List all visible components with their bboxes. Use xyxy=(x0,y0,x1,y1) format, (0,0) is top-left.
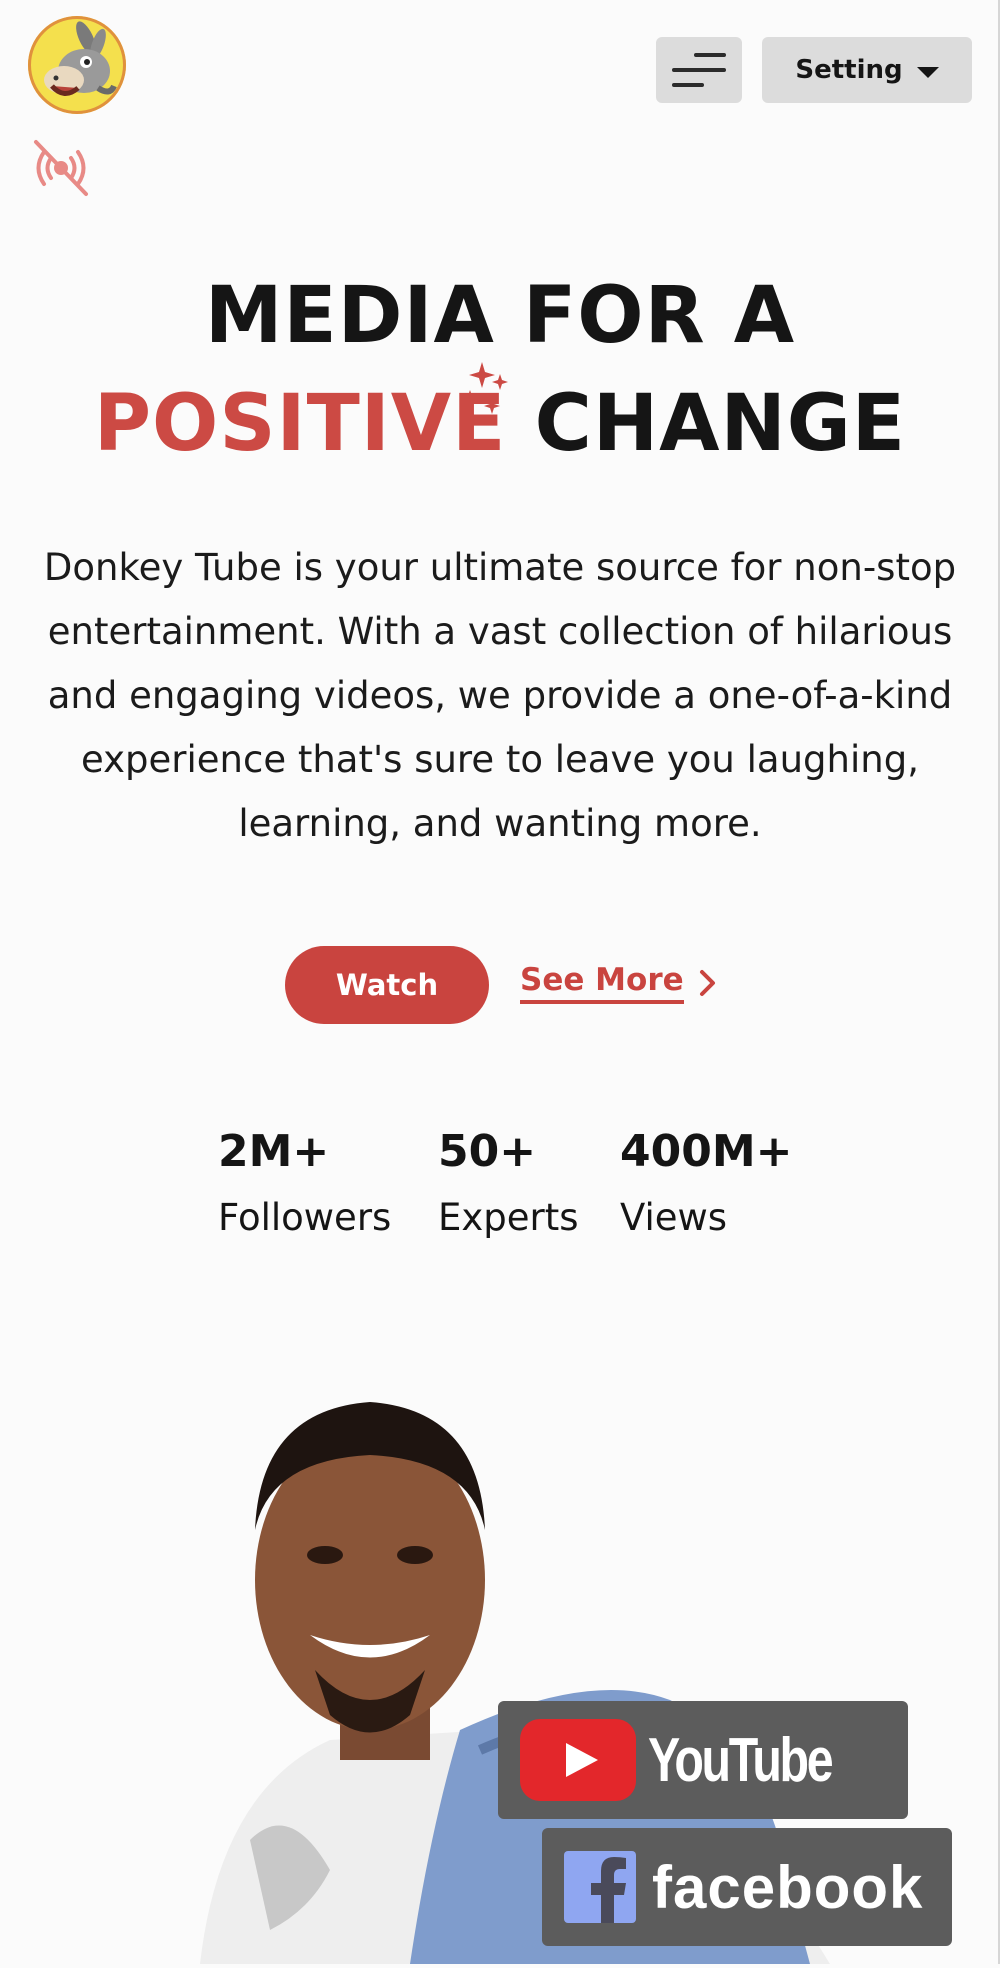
menu-line-middle xyxy=(672,68,726,72)
live-off-icon[interactable] xyxy=(30,138,92,198)
watch-button[interactable]: Watch xyxy=(285,946,489,1024)
see-more-label: See More xyxy=(520,962,684,1004)
hero-title-line1: MEDIA FOR A xyxy=(204,271,796,361)
see-more-link[interactable]: See More xyxy=(520,962,718,1004)
menu-line-top xyxy=(694,53,726,57)
facebook-label: facebook xyxy=(652,1853,924,1921)
setting-dropdown-button[interactable]: Setting xyxy=(762,37,972,103)
menu-line-bottom xyxy=(672,83,704,87)
hero-description: Donkey Tube is your ultimate source for … xyxy=(43,546,957,845)
sparkle-icon xyxy=(460,362,512,418)
hamburger-menu-button[interactable] xyxy=(656,37,742,103)
stat-value: 400M+ xyxy=(620,1126,793,1177)
stat-label: Followers xyxy=(218,1196,392,1239)
stat-value: 2M+ xyxy=(218,1126,330,1177)
youtube-play-icon xyxy=(520,1719,636,1801)
stat-value: 50+ xyxy=(438,1126,537,1177)
setting-label: Setting xyxy=(795,55,903,85)
stat-experts: 50+ Experts xyxy=(438,1122,579,1248)
stat-label: Experts xyxy=(438,1196,579,1239)
stat-label: Views xyxy=(620,1196,728,1239)
chevron-right-icon xyxy=(699,970,715,996)
donkey-logo-icon[interactable] xyxy=(28,16,126,114)
hero-title-accent: POSITIVE xyxy=(93,379,507,469)
facebook-f-icon xyxy=(564,1851,636,1923)
facebook-badge[interactable]: facebook xyxy=(542,1828,952,1946)
youtube-badge[interactable]: YouTube xyxy=(498,1701,908,1819)
youtube-label: YouTube xyxy=(648,1725,834,1795)
stat-views: 400M+ Views xyxy=(620,1122,793,1248)
hero-title-rest: CHANGE xyxy=(534,379,907,469)
stat-followers: 2M+ Followers xyxy=(218,1122,391,1248)
caret-down-icon xyxy=(916,66,939,78)
